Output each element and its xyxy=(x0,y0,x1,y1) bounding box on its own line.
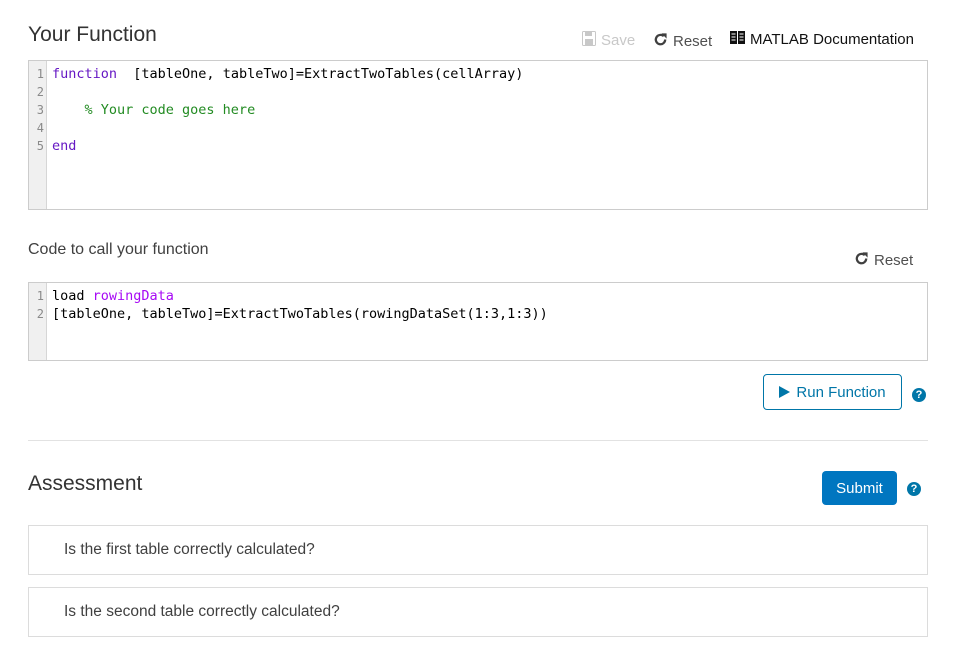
run-label: Run Function xyxy=(796,383,886,401)
line-number: 2 xyxy=(36,85,44,99)
submit-button[interactable]: Submit xyxy=(822,471,897,505)
reset-icon xyxy=(653,32,668,51)
line-number: 2 xyxy=(36,307,44,321)
assessment-item[interactable]: Is the second table correctly calculated… xyxy=(28,587,928,637)
reset-label: Reset xyxy=(673,33,713,50)
line-number: 4 xyxy=(36,121,44,135)
keyword: end xyxy=(52,138,77,154)
book-icon xyxy=(730,31,745,48)
code-line[interactable] xyxy=(52,119,927,137)
line-number: 5 xyxy=(36,139,44,153)
code-string: rowingData xyxy=(92,288,174,304)
line-number: 1 xyxy=(36,289,44,303)
assessment-item-label: Is the first table correctly calculated? xyxy=(64,541,315,558)
doc-label: MATLAB Documentation xyxy=(750,31,914,48)
code-area[interactable]: function [tableOne, tableTwo]=ExtractTwo… xyxy=(47,61,927,209)
code-line[interactable]: load rowingData xyxy=(52,287,927,305)
keyword: function xyxy=(52,66,118,82)
code-line[interactable]: function [tableOne, tableTwo]=ExtractTwo… xyxy=(52,65,927,83)
call-code-editor[interactable]: 1 2 load rowingData [tableOne, tableTwo]… xyxy=(28,282,928,361)
reset-icon xyxy=(854,251,869,270)
help-icon[interactable]: ? xyxy=(907,482,921,496)
reset-label: Reset xyxy=(874,252,914,269)
assessment-title: Assessment xyxy=(28,472,143,495)
code-line[interactable] xyxy=(52,83,927,101)
line-number-gutter: 1 2 3 4 5 xyxy=(29,61,47,209)
help-icon[interactable]: ? xyxy=(912,388,926,402)
code-text: load xyxy=(52,288,93,304)
play-icon xyxy=(779,386,791,398)
code-comment: % Your code goes here xyxy=(52,102,256,118)
matlab-documentation-link[interactable]: MATLAB Documentation xyxy=(730,31,914,48)
code-text: [tableOne, tableTwo]=ExtractTwoTables(ce… xyxy=(117,66,524,82)
call-function-title: Code to call your function xyxy=(28,241,209,258)
section-divider xyxy=(28,440,928,441)
function-code-editor[interactable]: 1 2 3 4 5 function [tableOne, tableTwo]=… xyxy=(28,60,928,210)
save-label: Save xyxy=(601,32,636,49)
code-area[interactable]: load rowingData [tableOne, tableTwo]=Ext… xyxy=(47,283,927,360)
reset-call-button[interactable]: Reset xyxy=(854,251,913,270)
line-number: 3 xyxy=(36,103,44,117)
code-line[interactable]: [tableOne, tableTwo]=ExtractTwoTables(ro… xyxy=(52,305,927,323)
line-number: 1 xyxy=(36,67,44,81)
code-line[interactable]: end xyxy=(52,137,927,155)
code-text: [tableOne, tableTwo]=ExtractTwoTables(ro… xyxy=(52,306,548,322)
run-function-button[interactable]: Run Function xyxy=(763,374,902,410)
your-function-title: Your Function xyxy=(28,23,157,46)
line-number-gutter: 1 2 xyxy=(29,283,47,360)
save-icon xyxy=(582,31,596,50)
code-line[interactable]: % Your code goes here xyxy=(52,101,927,119)
assessment-item-label: Is the second table correctly calculated… xyxy=(64,603,340,620)
reset-function-button[interactable]: Reset xyxy=(653,32,712,51)
assessment-item[interactable]: Is the first table correctly calculated? xyxy=(28,525,928,575)
save-button[interactable]: Save xyxy=(582,31,635,50)
